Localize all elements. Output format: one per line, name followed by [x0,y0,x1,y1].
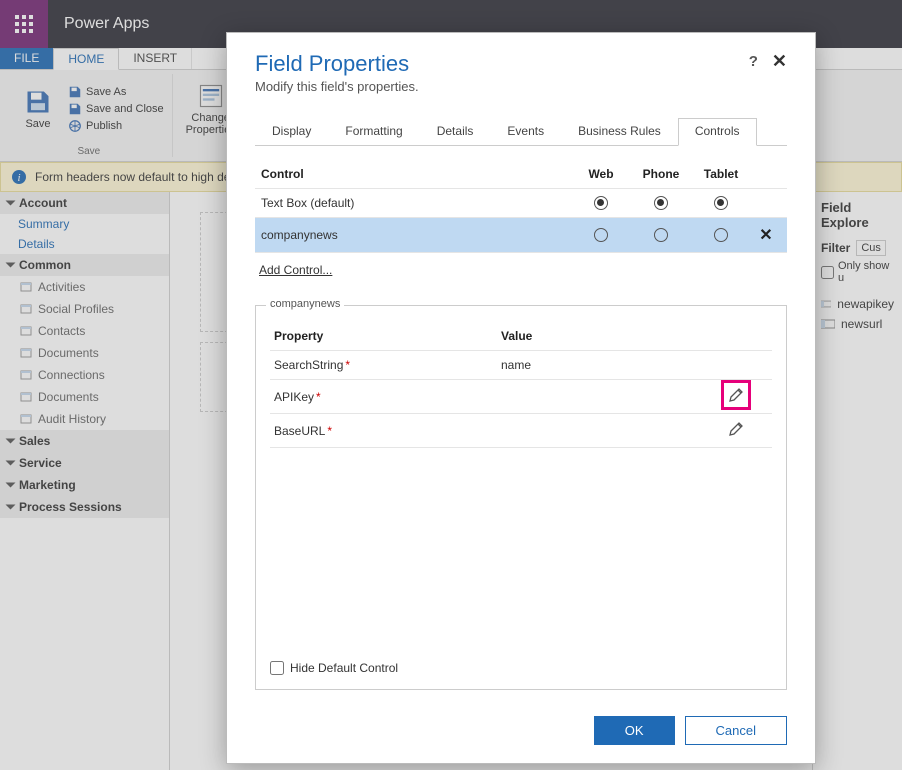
radio-button[interactable] [594,196,608,210]
col-control: Control [261,167,571,181]
property-row: SearchString*name [270,351,772,380]
ok-button[interactable]: OK [594,716,675,745]
tab-details[interactable]: Details [420,118,491,145]
edit-property-button[interactable] [728,421,744,437]
radio-button[interactable] [594,228,608,242]
property-row: APIKey* [270,380,772,414]
col-web: Web [571,167,631,181]
col-tablet: Tablet [691,167,751,181]
control-row[interactable]: companynews✕ [255,218,787,253]
col-value: Value [501,329,728,343]
add-control-link[interactable]: Add Control... [259,263,783,277]
col-phone: Phone [631,167,691,181]
tab-business-rules[interactable]: Business Rules [561,118,678,145]
cancel-button[interactable]: Cancel [685,716,787,745]
radio-button[interactable] [654,196,668,210]
remove-control-button[interactable]: ✕ [751,225,781,245]
hide-default-control-checkbox[interactable]: Hide Default Control [270,649,772,675]
dialog-subtitle: Modify this field's properties. [255,79,419,94]
edit-property-button[interactable] [728,387,744,403]
control-row[interactable]: Text Box (default) [255,189,787,218]
radio-button[interactable] [654,228,668,242]
property-row: BaseURL* [270,414,772,448]
dialog-title: Field Properties [255,51,419,77]
field-properties-dialog: Field Properties Modify this field's pro… [226,32,816,764]
tab-controls[interactable]: Controls [678,118,757,146]
radio-button[interactable] [714,228,728,242]
col-property: Property [274,329,501,343]
tab-events[interactable]: Events [490,118,561,145]
property-box-legend: companynews [266,298,344,310]
tab-formatting[interactable]: Formatting [328,118,419,145]
help-button[interactable]: ? [749,53,758,70]
radio-button[interactable] [714,196,728,210]
tab-display[interactable]: Display [255,118,328,145]
close-button[interactable]: ✕ [772,51,787,72]
